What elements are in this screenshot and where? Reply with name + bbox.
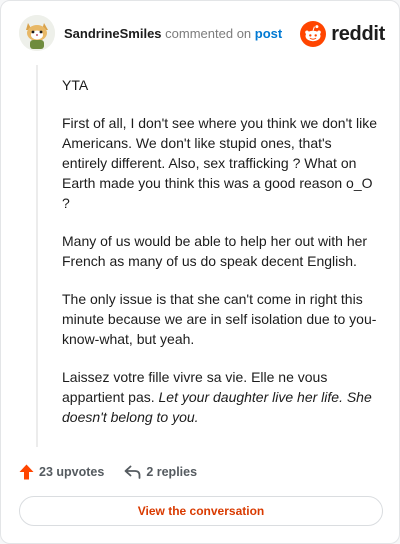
comment-actions: 23 upvotes 2 replies xyxy=(19,461,197,483)
avatar-cat-icon xyxy=(19,15,55,51)
reply-arrow-icon xyxy=(124,465,141,479)
comment-paragraph-last: Laissez votre fille vivre sa vie. Elle n… xyxy=(62,367,380,427)
reddit-brand[interactable]: reddit xyxy=(300,21,385,47)
comment-paragraph: YTA xyxy=(62,77,89,93)
view-conversation-button[interactable]: View the conversation xyxy=(19,496,383,526)
comment-paragraph: The only issue is that she can't come in… xyxy=(62,291,377,347)
avatar[interactable] xyxy=(19,15,55,51)
comment-header: SandrineSmiles commented on post reddit xyxy=(19,15,385,53)
comment-body: YTA First of all, I don't see where you … xyxy=(62,75,380,445)
reddit-logo-icon xyxy=(300,21,327,47)
replies-count: 2 replies xyxy=(146,465,198,479)
post-link[interactable]: post xyxy=(255,26,282,41)
comment-paragraph: Many of us would be able to help her out… xyxy=(62,233,368,269)
upvote-count: 23 upvotes xyxy=(39,465,105,479)
username-link[interactable]: SandrineSmiles xyxy=(64,26,162,41)
comment-card: SandrineSmiles commented on post reddit … xyxy=(0,0,400,544)
replies-button[interactable]: 2 replies xyxy=(124,465,197,479)
upvote-arrow-icon xyxy=(19,464,34,480)
byline: SandrineSmiles commented on post xyxy=(64,27,282,41)
byline-action: commented on xyxy=(165,26,252,41)
comment-paragraph: First of all, I don't see where you thin… xyxy=(62,115,378,211)
reddit-wordmark: reddit xyxy=(331,22,385,45)
thread-line xyxy=(36,65,38,447)
upvote-button[interactable]: 23 upvotes xyxy=(19,464,104,480)
